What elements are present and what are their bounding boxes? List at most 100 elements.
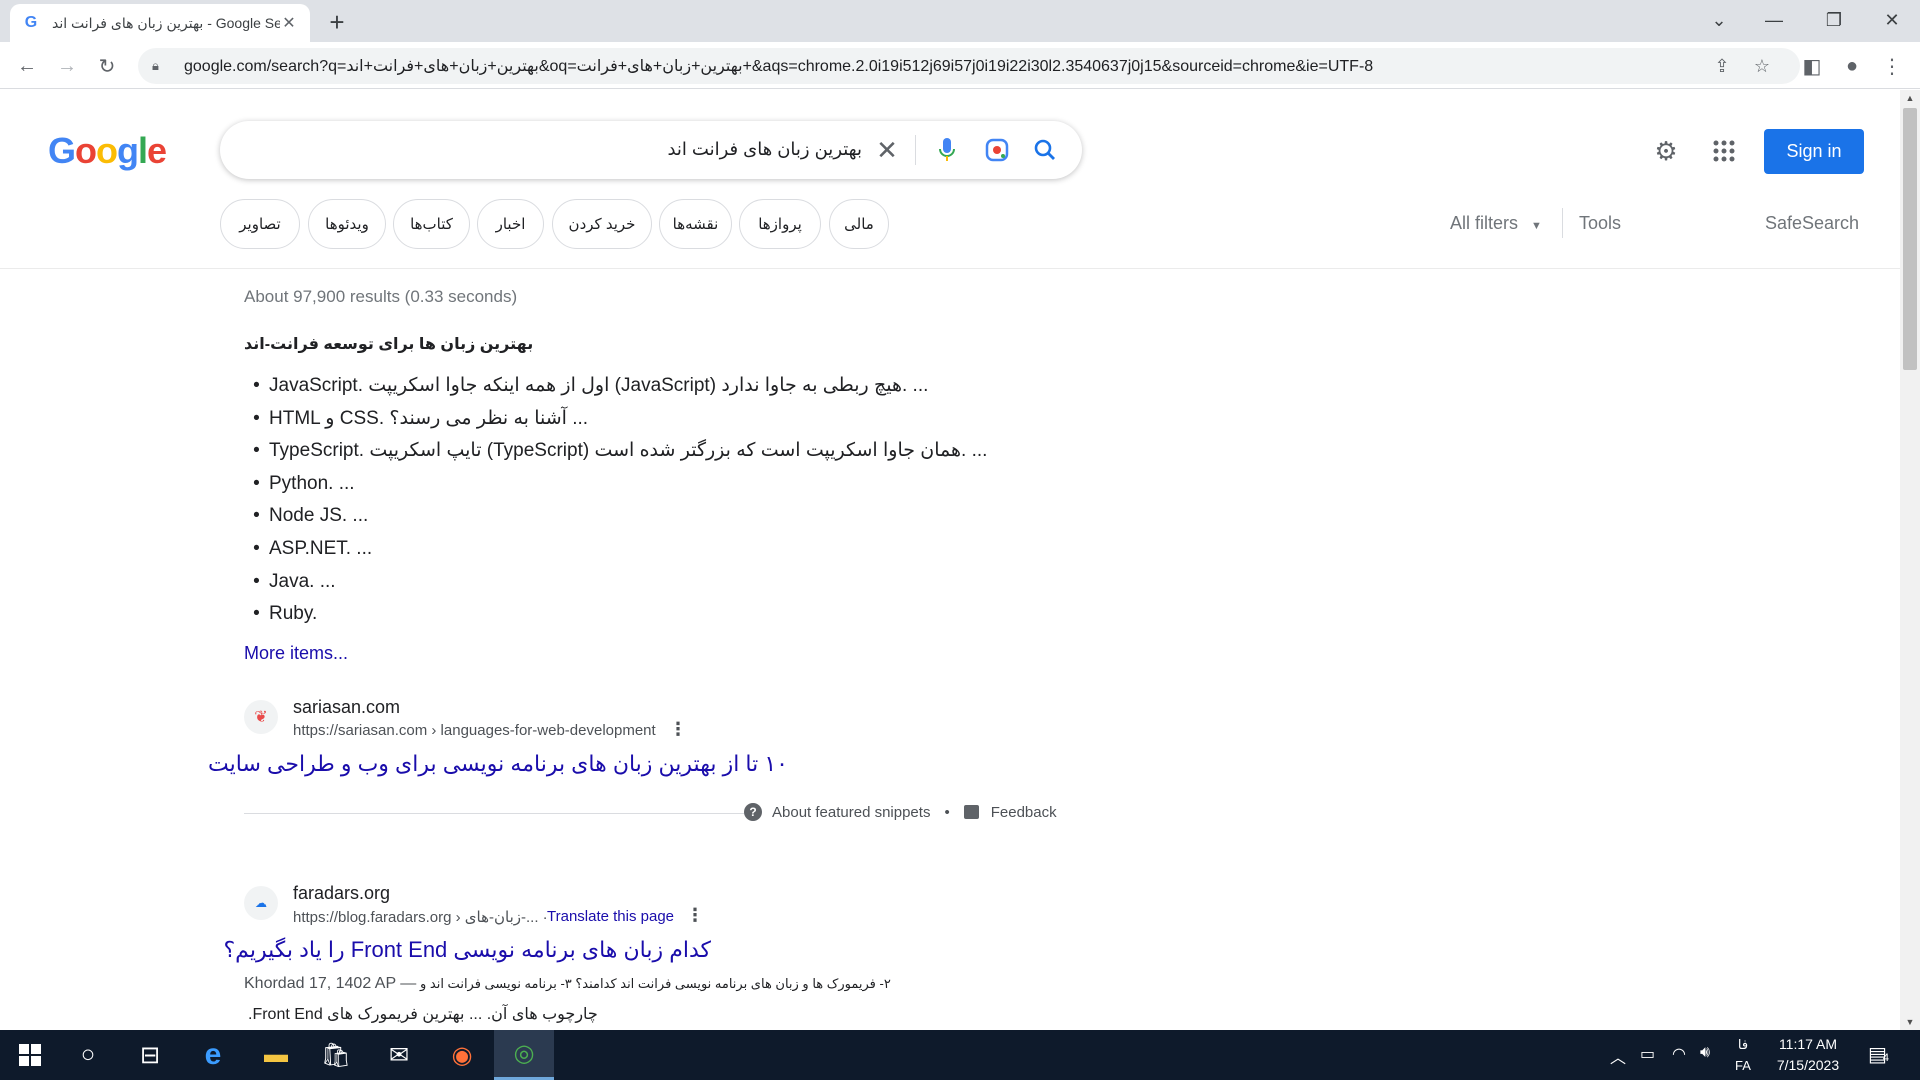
forward-icon[interactable]: →	[51, 50, 83, 82]
file-explorer-icon[interactable]: ▬	[246, 1030, 306, 1080]
apps-grid-icon[interactable]	[1709, 136, 1739, 166]
chrome-icon[interactable]: ◎	[494, 1030, 554, 1080]
chip-books[interactable]: کتاب‌ها	[393, 199, 470, 249]
result-date: Khordad 17, 1402 AP —	[244, 975, 417, 992]
chip-shopping[interactable]: خرید کردن	[552, 199, 652, 249]
search-input[interactable]: بهترین زبان های فرانت اند	[667, 139, 862, 160]
filter-divider	[1562, 208, 1563, 238]
list-item: ASP.NET. ...	[244, 533, 987, 566]
search-circle-icon[interactable]: ○	[58, 1030, 118, 1080]
all-filters-button[interactable]: All filters ▼	[1450, 213, 1542, 234]
battery-icon[interactable]: ▭	[1640, 1044, 1655, 1064]
safesearch-button[interactable]: SafeSearch	[1765, 213, 1859, 234]
result-options-icon[interactable]: ⋮	[669, 719, 687, 740]
result-title[interactable]: کدام زبان های برنامه نویسی Front End را …	[224, 937, 712, 963]
site-url[interactable]: https://sariasan.com › languages-for-web…	[293, 722, 656, 739]
back-icon[interactable]: ←	[11, 50, 43, 82]
windows-start-icon[interactable]	[0, 1030, 60, 1080]
scroll-down-arrow-icon[interactable]: ▼	[1900, 1014, 1920, 1030]
tools-button[interactable]: Tools	[1579, 213, 1621, 234]
featured-result-title[interactable]: ۱۰ تا از بهترین زبان های برنامه نویسی بر…	[208, 751, 788, 777]
list-item: JavaScript. اول از همه اینکه جاوا اسکریپ…	[244, 370, 987, 403]
featured-snippet-heading: بهترین زبان ها برای توسعه فرانت-اند	[244, 336, 534, 353]
language-code: FA	[1735, 1058, 1751, 1073]
chip-news[interactable]: اخبار	[477, 199, 544, 249]
feedback-icon	[963, 805, 979, 819]
logo-letter: e	[147, 130, 167, 171]
clock-time: 11:17 AM	[1778, 1036, 1838, 1052]
search-icon[interactable]	[1030, 135, 1060, 165]
site-name[interactable]: faradars.org	[293, 883, 390, 904]
edge-browser-icon[interactable]: e	[183, 1030, 243, 1080]
voice-search-icon[interactable]	[932, 135, 962, 165]
side-panel-icon[interactable]: ◧	[1796, 50, 1828, 82]
bookmark-star-icon[interactable]: ☆	[1746, 50, 1778, 82]
settings-gear-icon[interactable]: ⚙	[1651, 136, 1681, 166]
search-box[interactable]: بهترین زبان های فرانت اند ✕	[220, 121, 1082, 179]
mail-icon[interactable]: ✉	[369, 1030, 429, 1080]
share-icon[interactable]: ⇪	[1706, 50, 1738, 82]
tab-strip: G بهترین زبان های فرانت اند - Google Sea…	[0, 0, 1920, 42]
tab-title: بهترین زبان های فرانت اند - Google Searc…	[52, 14, 280, 31]
result-stats: About 97,900 results (0.33 seconds)	[244, 287, 518, 306]
chip-videos[interactable]: ویدئوها	[308, 199, 386, 249]
help-icon: ?	[744, 803, 762, 821]
snippet-divider	[244, 813, 744, 814]
reload-icon[interactable]: ↻	[91, 50, 123, 82]
language-indicator[interactable]: فا FA	[1735, 1034, 1751, 1076]
browser-toolbar: ← → ↻ 🔒︎ google.com/search?q=بهترین+زبان…	[0, 42, 1920, 89]
profile-icon[interactable]: ●	[1836, 50, 1868, 82]
lock-icon: 🔒︎	[152, 58, 159, 73]
list-item: Node JS. ...	[244, 500, 987, 533]
list-item: Java. ...	[244, 566, 987, 599]
result-snippet-line: چارچوب های آن. ... بهترین فریمورک های Fr…	[248, 1006, 598, 1023]
dropdown-arrow-icon: ▼	[1531, 220, 1542, 232]
sariasan-favicon-icon: ❦	[244, 700, 278, 734]
list-item: TypeScript. تایپ اسکریپت (TypeScript) هم…	[244, 435, 987, 468]
wifi-icon[interactable]: ◠	[1672, 1044, 1686, 1064]
notifications-icon[interactable]: ▤4	[1868, 1042, 1889, 1067]
notification-count: 4	[1882, 1052, 1890, 1064]
chip-maps[interactable]: نقشه‌ها	[659, 199, 732, 249]
clear-search-icon[interactable]: ✕	[872, 135, 902, 165]
logo-letter: o	[75, 130, 97, 171]
dot-separator: •	[944, 803, 950, 821]
sign-in-button[interactable]: Sign in	[1764, 129, 1864, 174]
new-tab-button[interactable]: +	[323, 7, 351, 37]
chip-finance[interactable]: مالی	[829, 199, 889, 249]
feedback-link[interactable]: Feedback	[991, 804, 1057, 821]
menu-kebab-icon[interactable]: ⋮	[1876, 50, 1908, 82]
google-favicon-icon: G	[24, 14, 38, 31]
show-hidden-icons-icon[interactable]: ︿	[1610, 1044, 1626, 1068]
url-text[interactable]: google.com/search?q=بهترین+زبان+های+فران…	[184, 56, 1373, 76]
tab-search-icon[interactable]: ⌄	[1691, 0, 1747, 40]
firefox-icon[interactable]: ◉	[432, 1030, 492, 1080]
task-view-icon[interactable]: ⊟	[120, 1030, 180, 1080]
about-featured-snippets-link[interactable]: About featured snippets	[772, 804, 930, 821]
language-short: فا	[1737, 1037, 1749, 1052]
search-divider	[915, 135, 916, 165]
scrollbar-thumb[interactable]	[1903, 108, 1917, 370]
list-item: HTML و CSS. آشنا به نظر می رسند؟ ...	[244, 403, 987, 436]
google-logo[interactable]: Google	[48, 130, 167, 172]
translate-page-link[interactable]: Translate this page	[547, 908, 674, 925]
browser-tab[interactable]: G بهترین زبان های فرانت اند - Google Sea…	[10, 4, 310, 42]
page-scrollbar[interactable]: ▲ ▼	[1900, 90, 1920, 1030]
store-icon[interactable]: 🛍︎	[306, 1030, 366, 1080]
close-tab-icon[interactable]: ✕	[280, 14, 298, 32]
close-window-button[interactable]: ✕	[1864, 0, 1920, 40]
address-bar[interactable]: 🔒︎ google.com/search?q=بهترین+زبان+های+ف…	[138, 48, 1800, 84]
scroll-up-arrow-icon[interactable]: ▲	[1900, 90, 1920, 106]
restore-button[interactable]: ❐	[1806, 0, 1862, 40]
volume-icon[interactable]: 🔊︎	[1700, 1044, 1710, 1062]
system-clock[interactable]: 11:17 AM 7/15/2023	[1758, 1034, 1858, 1076]
chip-images[interactable]: تصاویر	[220, 199, 300, 249]
more-items-link[interactable]: More items...	[244, 643, 348, 664]
site-url[interactable]: https://blog.faradars.org › زبان-های-...…	[293, 908, 548, 926]
result-options-icon[interactable]: ⋮	[686, 905, 704, 926]
logo-letter: G	[48, 130, 76, 171]
lens-icon[interactable]	[982, 135, 1012, 165]
site-name[interactable]: sariasan.com	[293, 697, 400, 718]
minimize-button[interactable]: —	[1746, 0, 1802, 40]
chip-flights[interactable]: پروازها	[739, 199, 821, 249]
